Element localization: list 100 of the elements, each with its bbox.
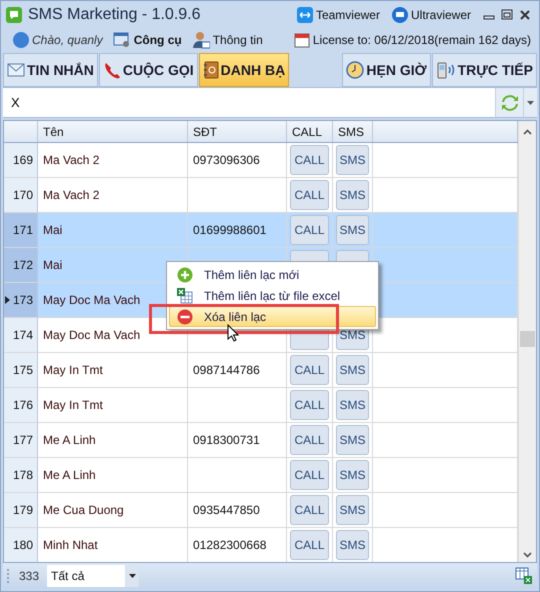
- name-text: Mai: [43, 258, 62, 272]
- name-text: May Doc Ma Vach: [43, 293, 140, 307]
- name-text: May In Tmt: [43, 363, 103, 377]
- tools-menu[interactable]: Công cụ: [112, 32, 182, 48]
- call-button[interactable]: CALL: [290, 425, 329, 455]
- row-number: 172: [12, 258, 33, 272]
- table-row[interactable]: 178 Me A Linh CALL SMS: [4, 458, 518, 493]
- clock-icon: [346, 61, 364, 79]
- tab[interactable]: TRỰC TIẾP: [432, 53, 537, 87]
- grip-icon: [7, 569, 11, 583]
- sms-button[interactable]: SMS: [336, 495, 369, 525]
- spreadsheet-icon: [177, 288, 193, 304]
- table-row[interactable]: 177 Me A Linh 0918300731 CALL SMS: [4, 423, 518, 458]
- sms-button[interactable]: SMS: [336, 460, 369, 490]
- call-button[interactable]: CALL: [290, 145, 329, 175]
- tab[interactable]: TIN NHẮN: [3, 53, 98, 87]
- name-text: May Doc Ma Vach: [43, 328, 140, 342]
- name-text: Minh Nhat: [43, 538, 98, 552]
- call-button[interactable]: CALL: [290, 355, 329, 385]
- close-icon[interactable]: [519, 9, 531, 21]
- license-text: License to: 06/12/2018(remain 162 days): [312, 33, 531, 47]
- scroll-up-icon[interactable]: [523, 129, 532, 135]
- row-number: 173: [12, 293, 33, 307]
- call-button[interactable]: CALL: [290, 180, 329, 210]
- refresh-icon: [500, 94, 518, 112]
- search-field[interactable]: X: [3, 87, 495, 118]
- info-menu[interactable]: Thông tin: [192, 31, 263, 49]
- maximize-icon[interactable]: [501, 9, 513, 21]
- phone-text: 01282300668: [193, 538, 266, 552]
- envelope-icon: [7, 63, 25, 77]
- row-number: 170: [12, 188, 33, 202]
- menu-item[interactable]: Xóa liên lạc: [169, 306, 376, 327]
- name-text: May In Tmt: [43, 398, 103, 412]
- sms-button[interactable]: SMS: [336, 355, 369, 385]
- row-number: 180: [12, 538, 33, 552]
- call-button[interactable]: CALL: [290, 390, 329, 420]
- sms-button[interactable]: SMS: [336, 425, 369, 455]
- sms-button[interactable]: SMS: [336, 530, 369, 560]
- table-row[interactable]: 175 May In Tmt 0987144786 CALL SMS: [4, 353, 518, 388]
- greeting-text: Chào, quanly: [32, 33, 103, 47]
- menu-item[interactable]: Thêm liên lạc từ file excel: [169, 285, 376, 306]
- row-number: 174: [12, 328, 33, 342]
- screen-icon: [392, 7, 408, 23]
- phone-text: 0935447850: [193, 503, 260, 517]
- phone-text: 0918300731: [193, 433, 260, 447]
- caret-icon: [527, 100, 534, 104]
- table-row[interactable]: 179 Me Cua Duong 0935447850 CALL SMS: [4, 493, 518, 528]
- spreadsheet-arrow-icon: [515, 567, 533, 585]
- row-number: 175: [12, 363, 33, 377]
- tab[interactable]: DANH BẠ: [198, 53, 290, 87]
- phone-icon: [102, 61, 121, 79]
- column-header[interactable]: Tên: [38, 121, 188, 142]
- address-book-icon: [202, 61, 219, 79]
- phone-text: 01699988601: [193, 223, 266, 237]
- name-text: Me Cua Duong: [43, 503, 124, 517]
- ultraviewer-link[interactable]: Ultraviewer: [392, 7, 471, 23]
- row-number: 178: [12, 468, 33, 482]
- menu-item[interactable]: Thêm liên lạc mới: [169, 264, 376, 285]
- scroll-thumb[interactable]: [520, 331, 535, 347]
- sms-button[interactable]: SMS: [336, 145, 369, 175]
- mobile-signal-icon: [436, 61, 456, 79]
- plus-icon: [177, 266, 193, 282]
- call-button[interactable]: CALL: [290, 495, 329, 525]
- name-text: Me A Linh: [43, 468, 96, 482]
- record-count: 333: [18, 569, 40, 583]
- row-number: 176: [12, 398, 33, 412]
- window-title: SMS Marketing - 1.0.9.6: [28, 6, 201, 24]
- phone-text: 0987144786: [193, 363, 260, 377]
- teamviewer-link[interactable]: Teamviewer: [296, 7, 380, 23]
- table-row[interactable]: 169 Ma Vach 2 0973096306 CALL SMS: [4, 143, 518, 178]
- call-button[interactable]: CALL: [290, 215, 329, 245]
- table-row[interactable]: 171 Mai 01699988601 CALL SMS: [4, 213, 518, 248]
- name-text: Me A Linh: [43, 433, 96, 447]
- name-text: Ma Vach 2: [43, 153, 100, 167]
- column-header[interactable]: SMS: [333, 121, 373, 142]
- sms-button[interactable]: SMS: [336, 215, 369, 245]
- scroll-down-icon[interactable]: [523, 552, 532, 558]
- column-header[interactable]: CALL: [287, 121, 333, 142]
- chat-bubble-icon: [6, 7, 22, 23]
- column-header[interactable]: SĐT: [188, 121, 287, 142]
- caret-icon: [128, 574, 136, 578]
- tab[interactable]: CUỘC GỌI: [98, 53, 198, 87]
- phone-text: 0973096306: [193, 153, 260, 167]
- table-row[interactable]: 176 May In Tmt CALL SMS: [4, 388, 518, 423]
- sms-button[interactable]: SMS: [336, 390, 369, 420]
- calendar-icon: [294, 32, 310, 48]
- tab[interactable]: HẸN GIỜ: [342, 53, 431, 87]
- person-icon: [192, 31, 210, 49]
- filter-dropdown[interactable]: Tất cả: [47, 565, 140, 587]
- scrollbar[interactable]: [518, 121, 536, 562]
- row-number: 169: [12, 153, 33, 167]
- name-text: Mai: [43, 223, 62, 237]
- row-number: 179: [12, 503, 33, 517]
- row-number: 171: [12, 223, 33, 237]
- call-button[interactable]: CALL: [290, 460, 329, 490]
- call-button[interactable]: CALL: [290, 530, 329, 560]
- name-text: Ma Vach 2: [43, 188, 100, 202]
- dropdown-button[interactable]: [523, 87, 537, 118]
- sms-button[interactable]: SMS: [336, 180, 369, 210]
- export-excel-button[interactable]: [515, 567, 533, 585]
